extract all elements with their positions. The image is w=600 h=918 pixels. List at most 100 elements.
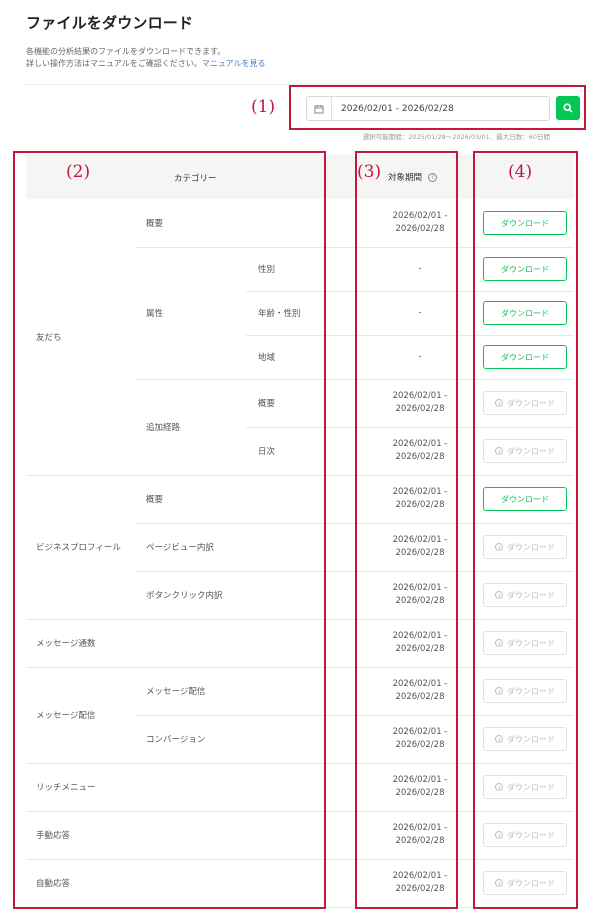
download-label: ダウンロード xyxy=(501,308,549,318)
category-level2: 追加経路 xyxy=(146,423,181,433)
period-cell: - xyxy=(360,307,480,320)
row-divider xyxy=(26,763,574,764)
row-divider xyxy=(136,715,574,716)
period-end: 2026/02/28 xyxy=(395,224,445,234)
category-level3: 年齢・性別 xyxy=(258,309,301,319)
row-divider xyxy=(246,427,574,428)
search-icon xyxy=(563,103,573,113)
download-label: ダウンロード xyxy=(507,542,555,552)
download-label: ダウンロード xyxy=(501,494,549,504)
header-period: 対象期間? xyxy=(388,171,438,183)
period-start: 2026/02/01 - xyxy=(392,823,448,833)
download-button[interactable]: ダウンロード xyxy=(483,775,567,799)
info-icon xyxy=(495,591,503,599)
download-button[interactable]: ダウンロード xyxy=(483,631,567,655)
period-start: 2026/02/01 - xyxy=(392,727,448,737)
manual-link[interactable]: マニュアルを見る xyxy=(202,59,266,68)
info-icon xyxy=(495,735,503,743)
period-start: 2026/02/01 - xyxy=(392,679,448,689)
period-cell: 2026/02/01 - 2026/02/28 xyxy=(360,486,480,512)
period-end: 2026/02/28 xyxy=(395,596,445,606)
period-cell: 2026/02/01 - 2026/02/28 xyxy=(360,438,480,464)
selectable-range-note: 選択可能期間：2025/01/28〜2026/03/01、最大日数：60日間 xyxy=(362,133,550,141)
table-header xyxy=(26,155,574,199)
download-button[interactable]: ダウンロード xyxy=(483,439,567,463)
period-cell: 2026/02/01 - 2026/02/28 xyxy=(360,390,480,416)
row-divider xyxy=(26,667,574,668)
period-start: 2026/02/01 - xyxy=(392,535,448,545)
download-button[interactable]: ダウンロード xyxy=(483,345,567,369)
header-divider xyxy=(26,84,574,85)
period-cell: 2026/02/01 - 2026/02/28 xyxy=(360,726,480,752)
category-level3: 性別 xyxy=(258,265,276,275)
row-divider xyxy=(136,247,574,248)
download-label: ダウンロード xyxy=(507,878,555,888)
calendar-icon[interactable] xyxy=(307,97,332,120)
annotation-label-1: (1) xyxy=(251,97,276,117)
download-button[interactable]: ダウンロード xyxy=(483,535,567,559)
category-level1: 自動応答 xyxy=(36,879,71,889)
download-label: ダウンロード xyxy=(501,352,549,362)
row-divider xyxy=(136,523,574,524)
download-button[interactable]: ダウンロード xyxy=(483,211,567,235)
period-end: 2026/02/28 xyxy=(395,836,445,846)
help-icon[interactable]: ? xyxy=(428,173,438,182)
category-level2: コンバージョン xyxy=(146,735,206,745)
download-button[interactable]: ダウンロード xyxy=(483,583,567,607)
category-level3: 概要 xyxy=(258,399,276,409)
period-end: 2026/02/28 xyxy=(395,404,445,414)
download-table: カテゴリー 対象期間? 2026/02/01 - 2026/02/28 ダウンロード… xyxy=(26,155,574,908)
header-period-label: 対象期間 xyxy=(388,173,423,183)
row-divider xyxy=(26,619,574,620)
date-range-input[interactable]: 2026/02/01 - 2026/02/28 xyxy=(306,96,550,121)
row-divider xyxy=(136,571,574,572)
download-button[interactable]: ダウンロード xyxy=(483,727,567,751)
category-level2: ページビュー内訳 xyxy=(146,543,214,553)
category-level1: ビジネスプロフィール xyxy=(36,543,121,553)
search-button[interactable] xyxy=(556,96,580,120)
annotation-label-2: (2) xyxy=(66,162,91,182)
download-button[interactable]: ダウンロード xyxy=(483,871,567,895)
period-start: - xyxy=(418,351,422,362)
download-button[interactable]: ダウンロード xyxy=(483,679,567,703)
row-divider xyxy=(246,335,574,336)
period-start: 2026/02/01 - xyxy=(392,631,448,641)
download-label: ダウンロード xyxy=(507,446,555,456)
row-divider xyxy=(246,291,574,292)
info-icon xyxy=(495,639,503,647)
period-start: 2026/02/01 - xyxy=(392,487,448,497)
period-cell: - xyxy=(360,263,480,276)
period-cell: 2026/02/01 - 2026/02/28 xyxy=(360,774,480,800)
download-button[interactable]: ダウンロード xyxy=(483,301,567,325)
period-end: 2026/02/28 xyxy=(395,548,445,558)
period-end: 2026/02/28 xyxy=(395,692,445,702)
download-label: ダウンロード xyxy=(507,782,555,792)
description-text: 詳しい操作方法はマニュアルをご確認ください。 xyxy=(26,59,202,68)
period-cell: 2026/02/01 - 2026/02/28 xyxy=(360,534,480,560)
download-button[interactable]: ダウンロード xyxy=(483,823,567,847)
info-icon xyxy=(495,831,503,839)
annotation-label-3: (3) xyxy=(357,162,382,182)
download-button[interactable]: ダウンロード xyxy=(483,257,567,281)
row-divider xyxy=(26,811,574,812)
period-end: 2026/02/28 xyxy=(395,452,445,462)
category-level3: 地域 xyxy=(258,353,276,363)
category-level3: 日次 xyxy=(258,447,276,457)
download-button[interactable]: ダウンロード xyxy=(483,391,567,415)
download-button[interactable]: ダウンロード xyxy=(483,487,567,511)
category-level1: メッセージ通数 xyxy=(36,639,96,649)
category-level2: メッセージ配信 xyxy=(146,687,206,697)
info-icon xyxy=(495,783,503,791)
period-end: 2026/02/28 xyxy=(395,740,445,750)
period-cell: 2026/02/01 - 2026/02/28 xyxy=(360,870,480,896)
period-end: 2026/02/28 xyxy=(395,788,445,798)
header-category: カテゴリー xyxy=(174,174,217,184)
category-level1: 手動応答 xyxy=(36,831,71,841)
period-end: 2026/02/28 xyxy=(395,884,445,894)
download-label: ダウンロード xyxy=(507,638,555,648)
period-start: 2026/02/01 - xyxy=(392,439,448,449)
download-label: ダウンロード xyxy=(501,264,549,274)
annotation-label-4: (4) xyxy=(508,162,533,182)
period-start: 2026/02/01 - xyxy=(392,211,448,221)
category-level1: リッチメニュー xyxy=(36,783,96,793)
